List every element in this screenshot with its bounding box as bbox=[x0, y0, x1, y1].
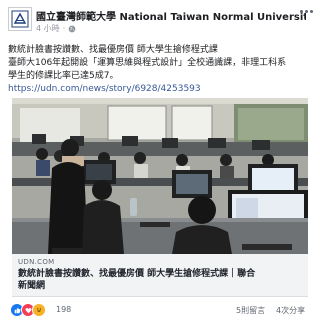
ntnu-logo-icon bbox=[11, 10, 29, 28]
reaction-count[interactable]: 198 bbox=[56, 305, 71, 314]
comment-count[interactable]: 5則留言 bbox=[236, 305, 265, 316]
globe-icon bbox=[68, 25, 76, 32]
page-avatar[interactable] bbox=[8, 7, 32, 31]
classroom-photo bbox=[12, 98, 308, 254]
post-text-line: 臺師大106年起開設「運算思維與程式設計」全校通識課，非理工科系 bbox=[8, 58, 287, 68]
post-text-line: 數統計臉書按讚數、找最優房價 師大學生搶修程式課 bbox=[8, 45, 218, 55]
post-time[interactable]: 4 小時 bbox=[36, 23, 60, 34]
share-count[interactable]: 4次分享 bbox=[276, 305, 305, 316]
link-domain: UDN.COM bbox=[18, 258, 55, 266]
link-preview-image[interactable] bbox=[12, 98, 308, 254]
post-header: 國立臺灣師範大學 National Taiwan Normal Universi… bbox=[0, 0, 320, 40]
facebook-post-card: 國立臺灣師範大學 National Taiwan Normal Universi… bbox=[0, 0, 320, 320]
post-text-line: 學生的修課比率已達5成7。 bbox=[8, 71, 119, 81]
link-title: 數統計臉書按讚數、找最優房價 師大學生搶修程式課｜聯合 新聞網 bbox=[18, 268, 304, 292]
reaction-icons[interactable] bbox=[10, 303, 46, 317]
post-footer: 198 5則留言 4次分享 bbox=[0, 300, 320, 320]
more-options-icon[interactable] bbox=[300, 10, 314, 16]
haha-reaction-icon bbox=[32, 303, 46, 317]
link-title-line: 新聞網 bbox=[18, 281, 46, 291]
post-link[interactable]: https://udn.com/news/story/6928/4253593 bbox=[8, 84, 201, 94]
post-meta: 4 小時 · bbox=[36, 23, 76, 34]
link-preview-info[interactable]: UDN.COM 數統計臉書按讚數、找最優房價 師大學生搶修程式課｜聯合 新聞網 bbox=[12, 254, 308, 297]
link-title-line: 數統計臉書按讚數、找最優房價 師大學生搶修程式課｜聯合 bbox=[18, 269, 256, 279]
page-name[interactable]: 國立臺灣師範大學 National Taiwan Normal Universi… bbox=[36, 8, 306, 23]
post-text: 數統計臉書按讚數、找最優房價 師大學生搶修程式課 臺師大106年起開設「運算思維… bbox=[8, 44, 314, 96]
dot-separator: · bbox=[62, 24, 66, 33]
